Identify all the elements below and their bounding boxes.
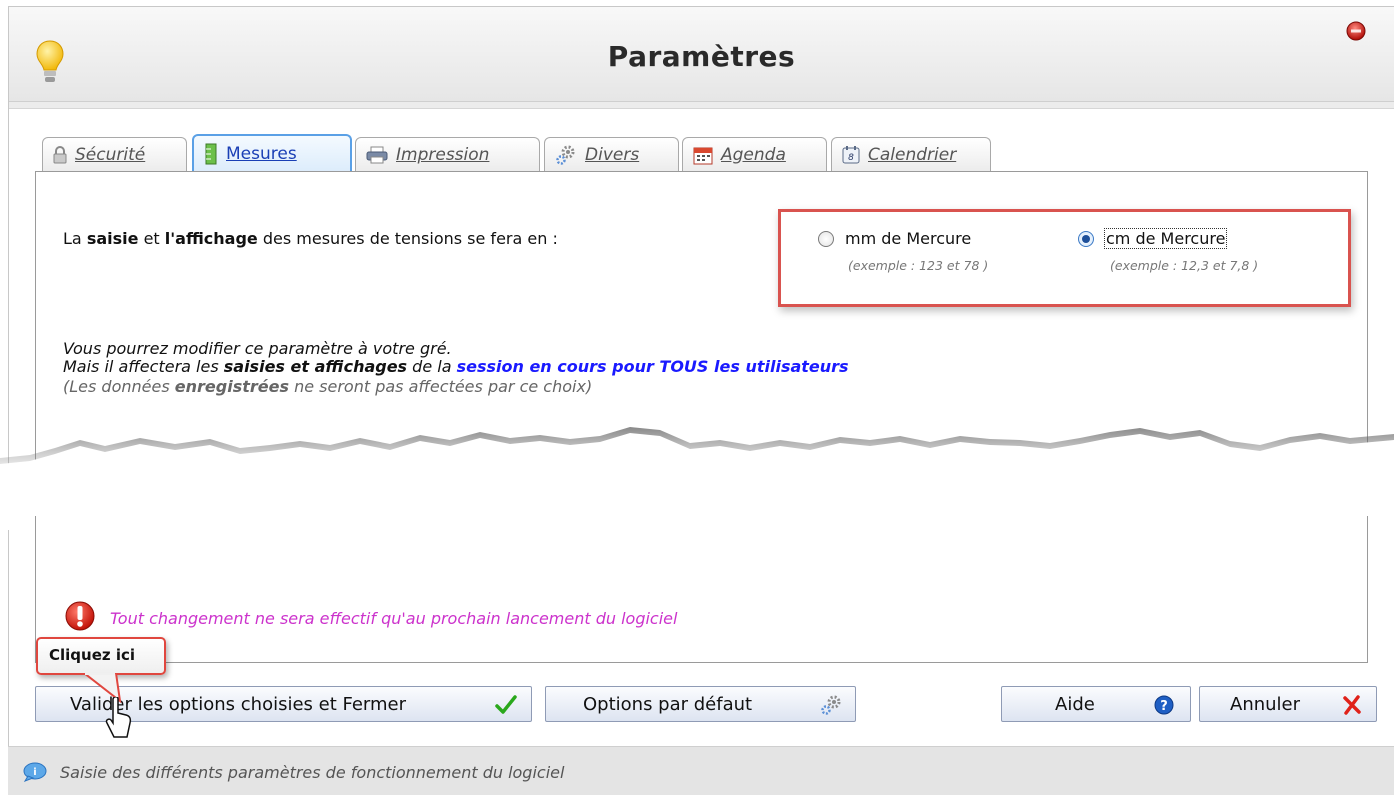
note-text: ne seront pas affectées par ce choix) <box>288 377 593 396</box>
title-bar: Paramètres <box>9 7 1394 109</box>
help-label: Aide <box>1055 693 1095 715</box>
note-text: (Les données <box>63 377 175 396</box>
calendar-icon <box>693 147 713 164</box>
status-bar: i Saisie des différents paramètres de fo… <box>8 746 1394 795</box>
tab-label: Calendrier <box>868 144 957 165</box>
measure-unit-prompt: La saisie et l'affichage des mesures de … <box>63 229 558 248</box>
note-modifiable: Vous pourrez modifier ce paramètre à vot… <box>63 339 452 358</box>
tab-label: Impression <box>396 144 490 165</box>
checkmark-icon <box>495 695 517 714</box>
option-mm-label[interactable]: mm de Mercure <box>845 229 971 248</box>
click-here-callout: Cliquez ici <box>36 637 166 675</box>
gears-icon <box>556 145 575 165</box>
tab-label: Divers <box>585 144 640 165</box>
radio-mm-mercure[interactable] <box>818 231 834 247</box>
intro-text: et <box>138 229 165 248</box>
ruler-icon <box>205 143 217 165</box>
svg-text:?: ? <box>1160 699 1168 714</box>
window-title: Paramètres <box>607 40 796 73</box>
callout-text: Cliquez ici <box>49 646 136 664</box>
option-cm-label[interactable]: cm de Mercure <box>1103 228 1228 249</box>
intro-text: des mesures de tensions se fera en : <box>257 229 558 248</box>
tab-impression[interactable]: Impression <box>355 137 540 171</box>
option-cm-example: (exemple : 12,3 et 7,8 ) <box>1110 258 1259 273</box>
note-text: Mais il affectera les <box>63 357 224 376</box>
red-x-icon <box>1343 695 1361 715</box>
svg-text:i: i <box>33 767 36 778</box>
printer-icon <box>366 146 388 163</box>
svg-text:8: 8 <box>848 153 854 163</box>
status-text: Saisie des différents paramètres de fonc… <box>60 763 565 782</box>
panel-lower-border <box>35 516 1368 663</box>
tab-label: Mesures <box>226 144 297 164</box>
tab-divers[interactable]: Divers <box>544 137 679 171</box>
note-saved-data: (Les données enregistrées ne seront pas … <box>63 377 592 396</box>
intro-bold-affichage: l'affichage <box>164 229 258 248</box>
cancel-label: Annuler <box>1230 693 1301 715</box>
tab-mesures[interactable]: Mesures <box>192 134 352 172</box>
tab-label: Sécurité <box>75 144 146 165</box>
lock-icon <box>53 145 67 163</box>
note-bold: enregistrées <box>174 377 289 396</box>
cancel-button[interactable]: Annuler <box>1199 686 1377 722</box>
radio-cm-mercure[interactable] <box>1078 231 1094 247</box>
tab-agenda[interactable]: Agenda <box>682 137 827 171</box>
warning-icon <box>65 601 95 631</box>
note-session-highlight: session en cours pour TOUS les utilisate… <box>456 357 849 376</box>
gears-icon <box>821 695 841 715</box>
info-bubble-icon: i <box>23 762 47 782</box>
note-affects-session: Mais il affectera les saisies et afficha… <box>63 357 849 376</box>
note-text: de la <box>407 357 457 376</box>
tab-calendrier[interactable]: 8 Calendrier <box>831 137 991 171</box>
help-icon: ? <box>1154 695 1174 715</box>
help-button[interactable]: Aide ? <box>1001 686 1191 722</box>
intro-bold-saisie: saisie <box>86 229 139 248</box>
intro-text: La <box>63 229 87 248</box>
note-bold: saisies et affichages <box>223 357 408 376</box>
tab-securite[interactable]: Sécurité <box>42 137 187 171</box>
restart-warning: Tout changement ne sera effectif qu'au p… <box>110 609 678 628</box>
default-options-button[interactable]: Options par défaut <box>545 686 856 722</box>
option-mm-example: (exemple : 123 et 78 ) <box>848 258 989 273</box>
mouse-cursor-icon <box>105 697 132 738</box>
tab-label: Agenda <box>721 144 786 165</box>
torn-edge-divider <box>0 427 1394 530</box>
calendar-flip-icon: 8 <box>842 145 860 163</box>
default-options-label: Options par défaut <box>583 693 753 715</box>
close-icon[interactable] <box>1346 21 1366 41</box>
